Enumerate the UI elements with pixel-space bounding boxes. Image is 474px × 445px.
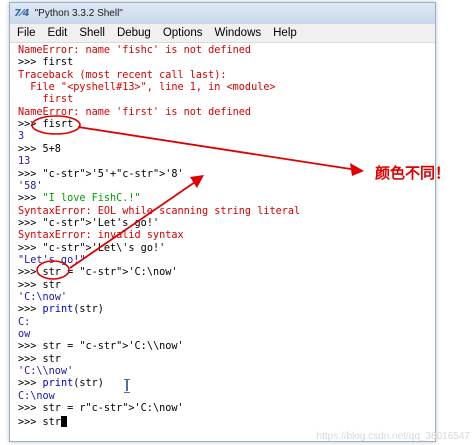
arrowhead-bottom — [190, 175, 204, 188]
text-cursor-icon — [124, 379, 130, 393]
circle-str — [36, 260, 70, 280]
arrow-line-top — [77, 126, 358, 171]
watermark: https://blog.csdn.net/qq_38016547 — [316, 431, 470, 442]
annotation-overlay — [31, 115, 364, 280]
circle-fisrt — [31, 115, 81, 135]
arrow-line-bottom — [69, 179, 199, 269]
arrowhead-top — [350, 163, 364, 176]
